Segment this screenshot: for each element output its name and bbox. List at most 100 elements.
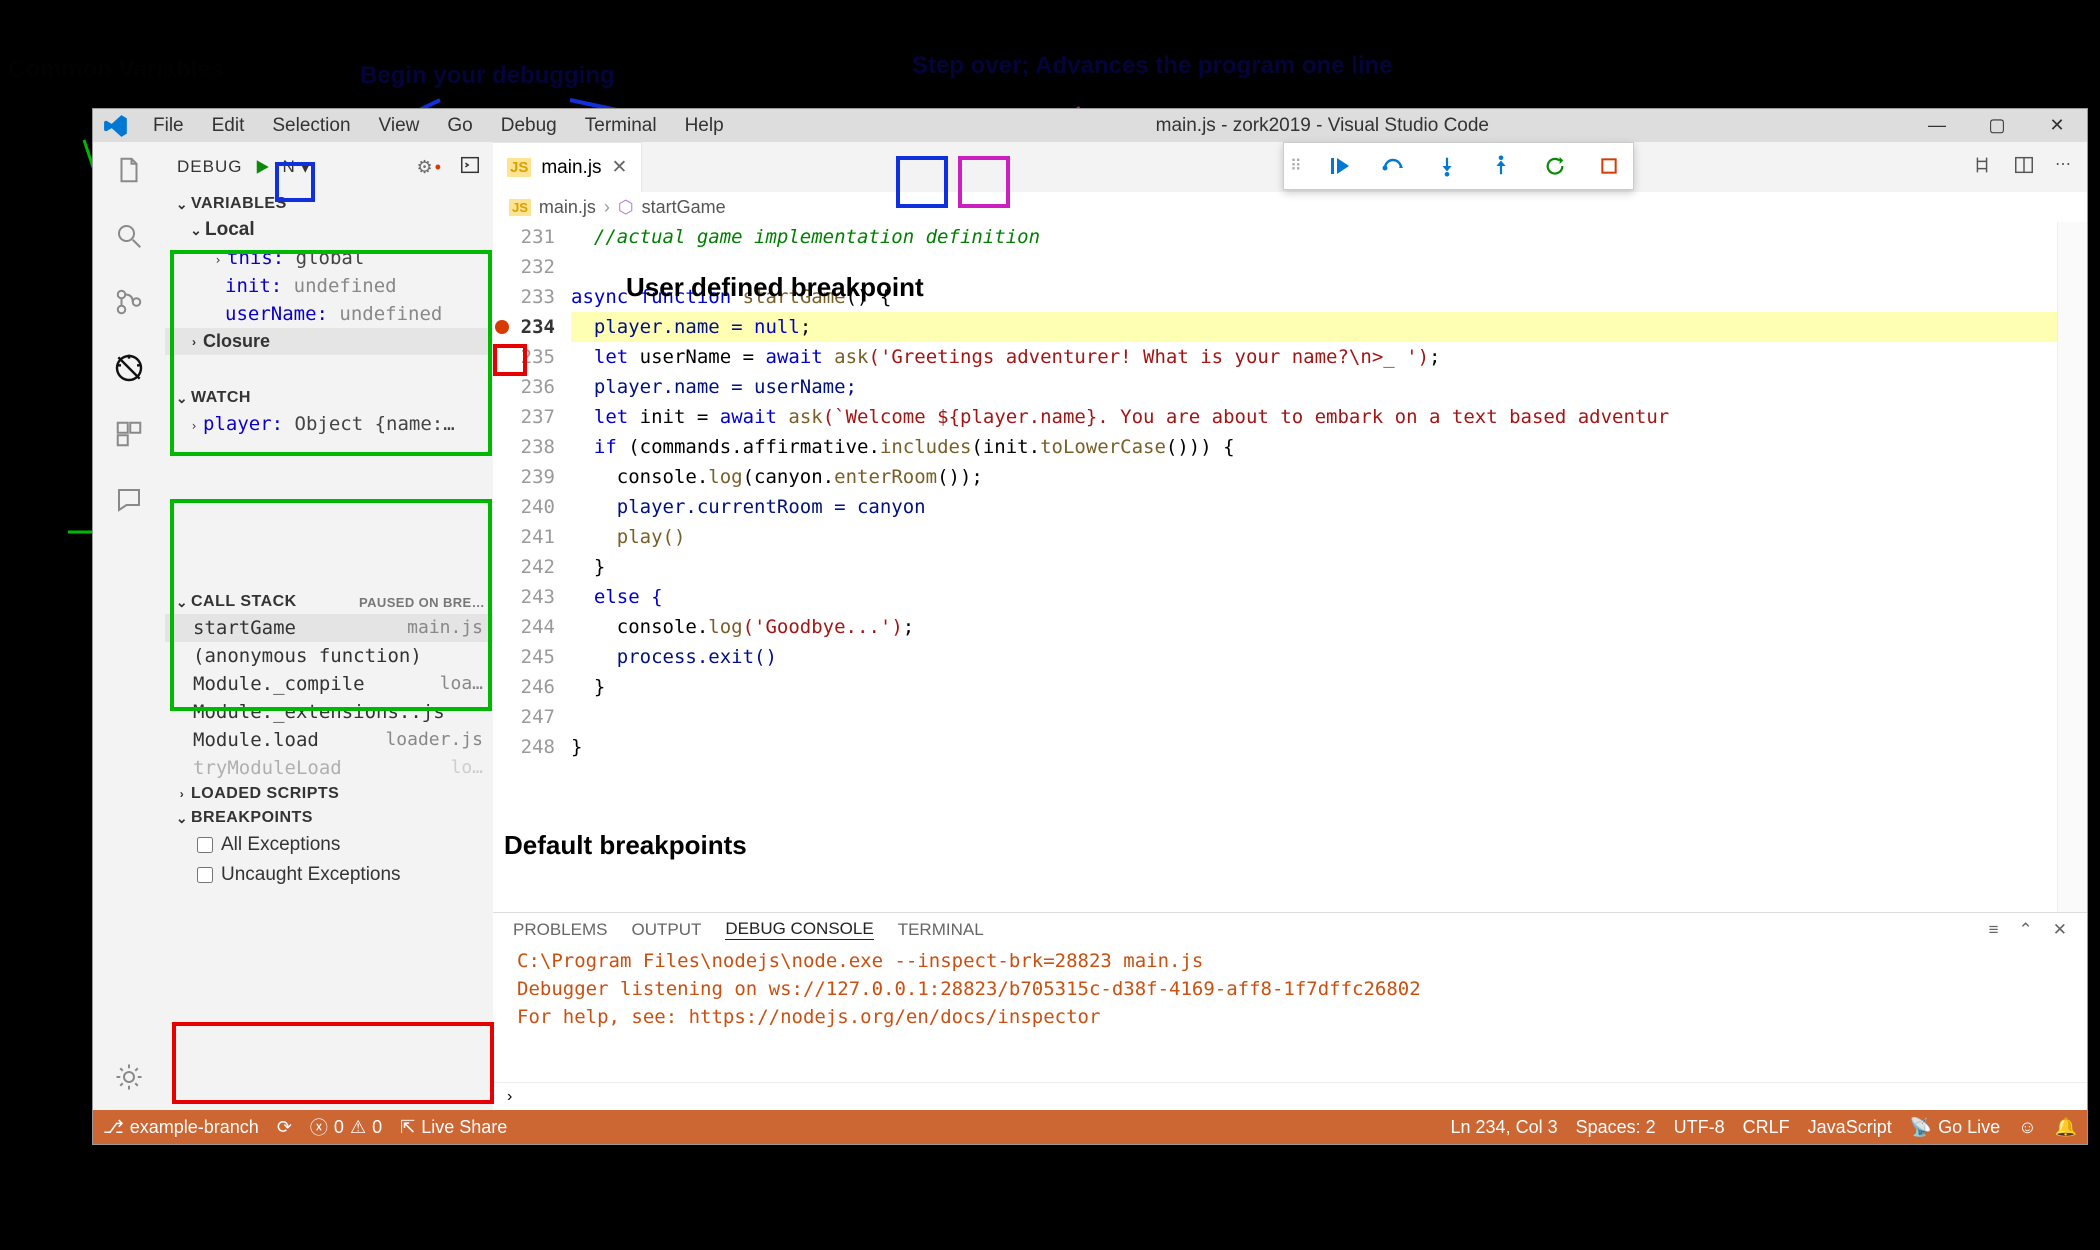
panel-tab-bar: PROBLEMS OUTPUT DEBUG CONSOLE TERMINAL ≡… xyxy=(493,913,2087,946)
breakpoints-head[interactable]: ⌄BREAKPOINTS xyxy=(165,806,493,830)
debug-step-over-button[interactable] xyxy=(1375,148,1411,184)
panel-filter-icon[interactable]: ≡ xyxy=(1989,920,1999,940)
debug-toolbar[interactable]: ⠿ xyxy=(1283,142,1634,190)
status-live-share[interactable]: ⇱ Live Share xyxy=(400,1117,507,1138)
bottom-panel: PROBLEMS OUTPUT DEBUG CONSOLE TERMINAL ≡… xyxy=(493,912,2087,1082)
debug-settings-icon[interactable]: ⚙ xyxy=(417,157,433,178)
callstack-row[interactable]: Module._extensions..js xyxy=(165,698,493,726)
bp-all-label: All Exceptions xyxy=(221,834,340,856)
anno-common-vars: Common Variables xyxy=(8,56,224,84)
window-maximize-button[interactable]: ▢ xyxy=(1967,109,2027,142)
local-scope-label[interactable]: Local xyxy=(205,219,255,240)
var-username-key[interactable]: userName: xyxy=(225,303,328,325)
explorer-icon[interactable] xyxy=(111,152,147,188)
callstack-row[interactable]: (anonymous function) xyxy=(165,642,493,670)
watch-row-player[interactable]: ›player: Object {name:… xyxy=(165,410,493,438)
breakpoint-dot[interactable] xyxy=(495,320,509,334)
tab-filename: main.js xyxy=(541,157,601,179)
callstack-row[interactable]: Module.loadloader.js xyxy=(165,726,493,754)
settings-gear-icon[interactable] xyxy=(111,1059,147,1095)
panel-tab-terminal[interactable]: TERMINAL xyxy=(898,920,984,940)
debug-continue-button[interactable] xyxy=(1321,148,1357,184)
code-body[interactable]: //actual game implementation definition … xyxy=(571,222,2057,912)
menu-go[interactable]: Go xyxy=(433,111,486,141)
debug-icon[interactable] xyxy=(111,350,147,386)
menu-file[interactable]: File xyxy=(139,111,198,141)
editor-tabbar: JS main.js ✕ ⠿ xyxy=(493,142,2087,192)
menu-selection[interactable]: Selection xyxy=(258,111,364,141)
debug-stop-button[interactable] xyxy=(1591,148,1627,184)
var-init-key[interactable]: init: xyxy=(225,275,282,297)
scm-icon[interactable] xyxy=(111,284,147,320)
loaded-scripts-head[interactable]: ›LOADED SCRIPTS xyxy=(165,782,493,806)
status-encoding[interactable]: UTF-8 xyxy=(1674,1117,1725,1138)
watch-box: ›player: Object {name:… xyxy=(165,410,493,590)
window-controls: ― ▢ ✕ xyxy=(1907,109,2087,142)
callstack-row[interactable]: Module._compileloa… xyxy=(165,670,493,698)
window-close-button[interactable]: ✕ xyxy=(2027,109,2087,142)
code-area[interactable]: 231232233 234235236 237238239 240241242 … xyxy=(493,222,2087,912)
drag-handle-icon[interactable]: ⠿ xyxy=(1290,156,1299,176)
editor-tab-mainjs[interactable]: JS main.js ✕ xyxy=(493,142,642,192)
debug-step-into-button[interactable] xyxy=(1429,148,1465,184)
debug-console-output[interactable]: C:\Program Files\nodejs\node.exe --inspe… xyxy=(493,946,2087,1038)
callstack-row[interactable]: startGamemain.js xyxy=(165,614,493,642)
menu-edit[interactable]: Edit xyxy=(198,111,259,141)
panel-tab-debug-console[interactable]: DEBUG CONSOLE xyxy=(725,919,873,940)
compare-changes-icon[interactable] xyxy=(1971,154,1993,181)
watch-label: WATCH xyxy=(191,389,251,407)
debug-sidebar: DEBUG N ▾ ⚙ • ⌄VARIABLES ⌄Local ›this: g… xyxy=(165,142,493,1110)
menu-terminal[interactable]: Terminal xyxy=(571,111,671,141)
status-bell-icon[interactable]: 🔔 xyxy=(2055,1117,2077,1138)
debug-console-toggle-icon[interactable] xyxy=(459,154,481,181)
status-errors[interactable]: ⓧ 0 ⚠ 0 xyxy=(310,1114,382,1140)
callstack-row[interactable]: tryModuleLoadlo… xyxy=(165,754,493,782)
panel-maximize-icon[interactable]: ⌃ xyxy=(2019,920,2033,940)
panel-tab-output[interactable]: OUTPUT xyxy=(631,920,701,940)
status-eol[interactable]: CRLF xyxy=(1743,1117,1790,1138)
panel-tab-problems[interactable]: PROBLEMS xyxy=(513,920,607,940)
menu-debug[interactable]: Debug xyxy=(487,111,571,141)
status-feedback-icon[interactable]: ☺ xyxy=(2018,1117,2036,1138)
menu-help[interactable]: Help xyxy=(671,111,738,141)
liveshare-icon[interactable] xyxy=(111,482,147,518)
bp-all-exceptions-checkbox[interactable] xyxy=(197,837,213,853)
window-minimize-button[interactable]: ― xyxy=(1907,109,1967,142)
menu-view[interactable]: View xyxy=(365,111,434,141)
breadcrumb-nav-arrow[interactable]: › xyxy=(493,1082,2087,1110)
watch-section-head[interactable]: ⌄WATCH xyxy=(165,386,493,410)
split-editor-icon[interactable] xyxy=(2013,154,2035,181)
extensions-icon[interactable] xyxy=(111,416,147,452)
panel-close-icon[interactable]: ✕ xyxy=(2053,920,2067,940)
debug-config-dropdown[interactable]: N xyxy=(282,157,294,177)
status-branch[interactable]: ⎇ example-branch xyxy=(103,1117,259,1138)
vscode-logo-icon xyxy=(103,113,129,139)
more-actions-icon[interactable]: ⋯ xyxy=(2055,154,2071,181)
minimap[interactable] xyxy=(2057,222,2087,912)
closure-label: Closure xyxy=(203,331,270,352)
breadcrumb[interactable]: JS main.js › ⬡ startGame xyxy=(493,192,2087,222)
settings-dot-icon: • xyxy=(435,157,441,178)
status-spaces[interactable]: Spaces: 2 xyxy=(1576,1117,1656,1138)
status-cursor[interactable]: Ln 234, Col 3 xyxy=(1451,1117,1558,1138)
status-language[interactable]: JavaScript xyxy=(1808,1117,1892,1138)
callstack-section-head[interactable]: ⌄CALL STACKPAUSED ON BRE… xyxy=(165,590,493,614)
status-sync-icon[interactable]: ⟳ xyxy=(277,1117,292,1138)
console-line: Debugger listening on ws://127.0.0.1:288… xyxy=(517,978,2063,1006)
status-golive[interactable]: 📡 Go Live xyxy=(1910,1117,2000,1138)
activity-bar xyxy=(93,142,165,1110)
closure-scope-row[interactable]: ›Closure xyxy=(165,328,493,355)
search-icon[interactable] xyxy=(111,218,147,254)
bp-uncaught-checkbox[interactable] xyxy=(197,867,213,883)
debug-step-out-button[interactable] xyxy=(1483,148,1519,184)
breadcrumb-file[interactable]: main.js xyxy=(539,197,596,218)
line-numbers: 231232233 234235236 237238239 240241242 … xyxy=(493,222,571,912)
var-this-key[interactable]: this: xyxy=(227,247,284,269)
js-file-icon: JS xyxy=(509,199,531,216)
debug-restart-button[interactable] xyxy=(1537,148,1573,184)
start-debugging-button[interactable] xyxy=(248,153,276,181)
tab-close-icon[interactable]: ✕ xyxy=(612,156,628,179)
breadcrumb-symbol[interactable]: startGame xyxy=(642,197,726,218)
chevron-down-icon[interactable]: ▾ xyxy=(301,157,310,178)
variables-section-head[interactable]: ⌄VARIABLES xyxy=(165,192,493,216)
